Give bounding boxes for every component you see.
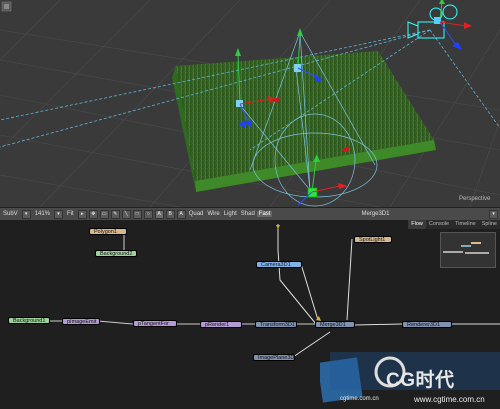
quad-button[interactable]: Quad	[187, 211, 206, 217]
rectangle-tool-icon[interactable]: ▭	[99, 209, 109, 219]
dropdown-icon[interactable]: ▾	[21, 209, 31, 219]
node-renderer3d1[interactable]: Renderer3D1	[402, 321, 452, 328]
tool-a-button[interactable]: A	[154, 209, 164, 219]
subv-button[interactable]: SubV	[0, 211, 21, 217]
node-polygon1[interactable]: Polygon1	[89, 228, 127, 235]
viewer-options-icon[interactable]: ▾	[489, 209, 498, 219]
node-background1[interactable]: Background1	[8, 317, 50, 324]
viewport-scene	[0, 0, 500, 207]
viewport-toolbar: SubV ▾ 141% ▾ Fit ▸ ✥ ▭ ✎ ╲ □ ○ A B A Qu…	[0, 207, 500, 221]
watermark-subtext: cgtime.com.cn	[340, 396, 379, 402]
node-camera3d1[interactable]: Camera3D1	[256, 261, 302, 268]
view-name-label: Perspective	[459, 196, 491, 202]
fit-button[interactable]: Fit	[64, 211, 77, 217]
node-ptangentfor[interactable]: pTangentFor	[133, 320, 177, 327]
node-imageplane3d[interactable]: ImagePlane3D	[253, 354, 295, 361]
tool-b-button[interactable]: B	[165, 209, 175, 219]
view-options-icon[interactable]	[1, 1, 12, 12]
watermark-url: www.cgtime.com.cn	[414, 395, 485, 404]
flow-navigator[interactable]	[440, 232, 496, 268]
navigator-minimap	[443, 242, 489, 254]
node-merge3d1[interactable]: Merge3D1	[315, 321, 355, 328]
tab-console[interactable]: Console	[426, 220, 452, 229]
grass-plane[interactable]	[172, 51, 436, 192]
line-tool-icon[interactable]: ╲	[121, 209, 131, 219]
fast-button[interactable]: Fast	[256, 211, 273, 217]
node-spotlight1[interactable]: SpotLight1	[354, 236, 392, 243]
3d-viewport[interactable]: Perspective	[0, 0, 500, 207]
pen-tool-icon[interactable]: ✎	[110, 209, 120, 219]
panel-tabs: Flow Console Timeline Spline	[408, 220, 500, 229]
camera-icon[interactable]	[407, 0, 472, 50]
node-prender1[interactable]: pRender1	[200, 321, 242, 328]
dropdown-icon[interactable]: ▾	[54, 209, 64, 219]
circle-shape-icon[interactable]: ○	[143, 209, 153, 219]
tab-spline[interactable]: Spline	[479, 220, 500, 229]
viewer-node-label: Merge3D1	[361, 211, 390, 217]
shad-button[interactable]: Shad	[239, 211, 257, 217]
rect-shape-icon[interactable]: □	[132, 209, 142, 219]
tab-flow[interactable]: Flow	[408, 220, 426, 229]
light-button[interactable]: Light	[222, 211, 239, 217]
node-pimageemit[interactable]: pImageEmit	[62, 318, 100, 325]
watermark-text: CG时代	[386, 370, 455, 391]
pan-tool-icon[interactable]: ✥	[88, 209, 98, 219]
node-transform3d1[interactable]: Transform3D1	[255, 321, 297, 328]
zoom-select[interactable]: 141%	[32, 211, 53, 217]
tab-timeline[interactable]: Timeline	[452, 220, 479, 229]
node-background2[interactable]: Background2	[95, 250, 137, 257]
pointer-tool-icon[interactable]: ▸	[77, 209, 87, 219]
tool-a2-button[interactable]: A	[176, 209, 186, 219]
wire-button[interactable]: Wire	[205, 211, 221, 217]
